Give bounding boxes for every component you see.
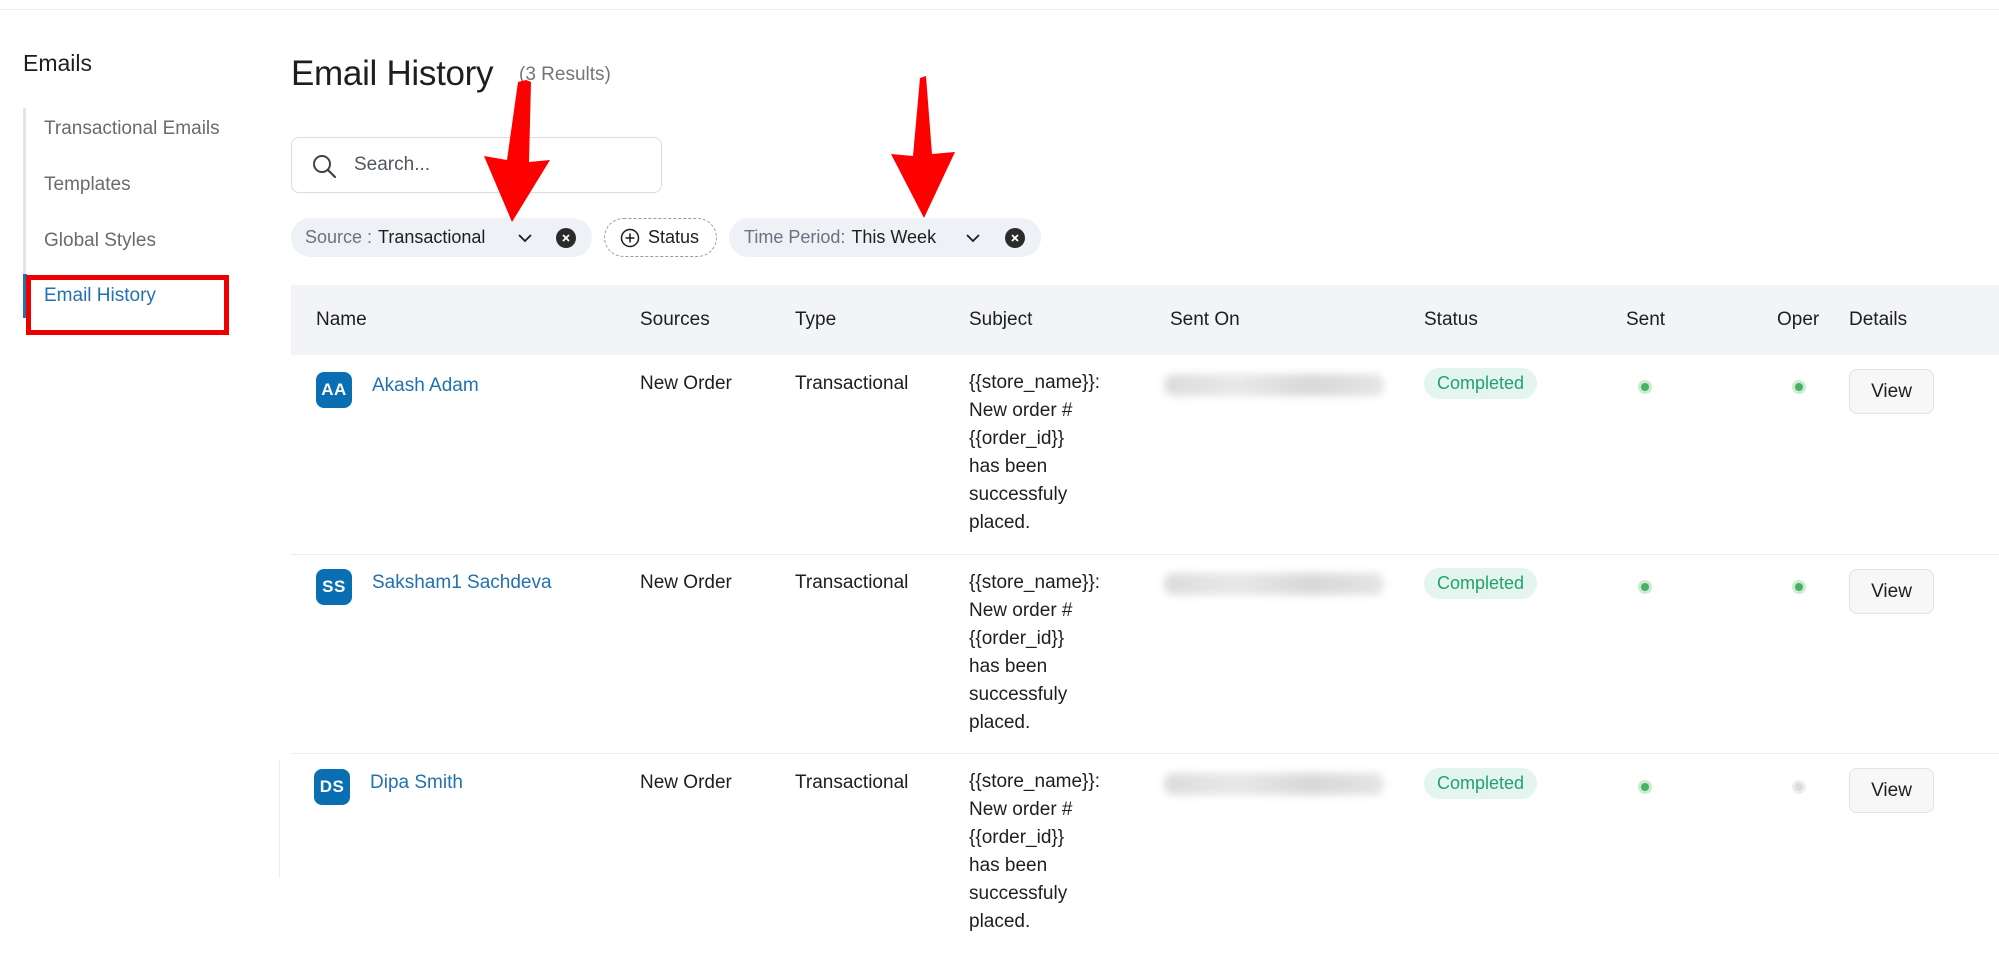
sidebar-item-transactional-emails[interactable]: Transactional Emails bbox=[44, 118, 220, 140]
top-divider bbox=[0, 9, 1999, 10]
chevron-down-icon[interactable] bbox=[516, 229, 534, 247]
column-header-sent-on[interactable]: Sent On bbox=[1170, 309, 1240, 331]
subject-line: successfuly bbox=[969, 484, 1068, 505]
subject-line: placed. bbox=[969, 512, 1031, 533]
row-divider bbox=[291, 554, 1999, 555]
status-filter-label: Status bbox=[648, 227, 700, 247]
opened-indicator bbox=[1792, 380, 1806, 394]
sidebar-item-templates[interactable]: Templates bbox=[44, 174, 131, 196]
source-filter-label: Source : bbox=[305, 227, 373, 247]
column-header-name[interactable]: Name bbox=[316, 309, 367, 331]
redacted-sent-on bbox=[1164, 573, 1384, 595]
subject-line: placed. bbox=[969, 712, 1031, 733]
clear-source-filter-icon[interactable] bbox=[556, 228, 576, 248]
subject-cell: {{store_name}}: New order # {{order_id}}… bbox=[969, 569, 1129, 737]
page-title: Email History bbox=[291, 54, 494, 93]
add-status-filter-button[interactable]: Status bbox=[604, 218, 717, 257]
status-badge: Completed bbox=[1424, 568, 1538, 599]
clear-time-period-filter-icon[interactable] bbox=[1005, 228, 1025, 248]
column-header-sent[interactable]: Sent bbox=[1626, 309, 1665, 331]
subject-line: New order # bbox=[969, 600, 1073, 621]
subject-line: {{order_id}} bbox=[969, 628, 1065, 649]
time-period-filter-chip[interactable]: Time Period: This Week bbox=[729, 218, 1041, 257]
subject-cell: {{store_name}}: New order # {{order_id}}… bbox=[969, 369, 1129, 537]
recipient-name-link[interactable]: Akash Adam bbox=[372, 375, 479, 397]
source-filter-value: Transactional bbox=[378, 227, 486, 247]
subject-line: {{order_id}} bbox=[969, 827, 1065, 848]
subject-cell: {{store_name}}: New order # {{order_id}}… bbox=[969, 768, 1129, 936]
avatar: DS bbox=[314, 769, 350, 805]
status-badge: Completed bbox=[1424, 768, 1538, 799]
sent-indicator bbox=[1638, 380, 1652, 394]
plus-circle-icon bbox=[620, 228, 640, 247]
redacted-sent-on bbox=[1164, 374, 1384, 396]
annotation-highlight-box bbox=[26, 275, 229, 335]
type-cell: Transactional bbox=[795, 772, 909, 793]
type-cell: Transactional bbox=[795, 373, 909, 394]
source-filter-chip[interactable]: Source : Transactional bbox=[291, 218, 592, 257]
subject-line: placed. bbox=[969, 911, 1031, 932]
table-header: Name Sources Type Subject Sent On Status… bbox=[291, 285, 1999, 355]
view-button[interactable]: View bbox=[1849, 569, 1934, 614]
time-period-filter-value: This Week bbox=[851, 227, 937, 247]
column-header-type[interactable]: Type bbox=[795, 309, 836, 331]
recipient-name-link[interactable]: Dipa Smith bbox=[370, 772, 463, 794]
column-header-status[interactable]: Status bbox=[1424, 309, 1478, 331]
annotation-arrow-down-icon bbox=[891, 76, 955, 218]
view-button[interactable]: View bbox=[1849, 369, 1934, 414]
subject-line: has been bbox=[969, 456, 1048, 477]
subject-line: has been bbox=[969, 855, 1048, 876]
column-header-sources[interactable]: Sources bbox=[640, 309, 710, 331]
search-icon bbox=[313, 155, 337, 179]
chevron-down-icon[interactable] bbox=[964, 229, 982, 247]
subject-line: New order # bbox=[969, 799, 1073, 820]
subject-line: {{order_id}} bbox=[969, 428, 1065, 449]
redacted-sent-on bbox=[1164, 773, 1384, 795]
annotation-arrow-down-icon bbox=[484, 80, 550, 222]
sidebar-heading: Emails bbox=[23, 50, 93, 76]
subject-line: {{store_name}}: bbox=[969, 572, 1100, 593]
subject-line: New order # bbox=[969, 400, 1073, 421]
divider bbox=[279, 760, 280, 878]
opened-indicator bbox=[1792, 780, 1806, 794]
status-badge: Completed bbox=[1424, 368, 1538, 399]
sent-indicator bbox=[1638, 780, 1652, 794]
opened-indicator bbox=[1792, 580, 1806, 594]
avatar: SS bbox=[316, 569, 352, 605]
column-header-subject[interactable]: Subject bbox=[969, 309, 1032, 331]
column-header-details: Details bbox=[1849, 309, 1908, 330]
subject-line: successfuly bbox=[969, 684, 1068, 705]
time-period-filter-label: Time Period: bbox=[744, 227, 846, 247]
row-divider bbox=[291, 753, 1999, 754]
sent-indicator bbox=[1638, 580, 1652, 594]
view-button[interactable]: View bbox=[1849, 768, 1934, 813]
source-cell: New Order bbox=[640, 772, 732, 793]
avatar: AA bbox=[316, 372, 352, 408]
source-cell: New Order bbox=[640, 572, 732, 593]
sidebar-item-global-styles[interactable]: Global Styles bbox=[44, 230, 156, 252]
search-box bbox=[291, 137, 662, 193]
subject-line: has been bbox=[969, 656, 1048, 677]
subject-line: successfuly bbox=[969, 883, 1068, 904]
type-cell: Transactional bbox=[795, 572, 909, 593]
subject-line: {{store_name}}: bbox=[969, 372, 1100, 393]
source-cell: New Order bbox=[640, 373, 732, 394]
recipient-name-link[interactable]: Saksham1 Sachdeva bbox=[372, 572, 552, 594]
subject-line: {{store_name}}: bbox=[969, 771, 1100, 792]
column-header-opened[interactable]: Oper bbox=[1777, 309, 1819, 331]
